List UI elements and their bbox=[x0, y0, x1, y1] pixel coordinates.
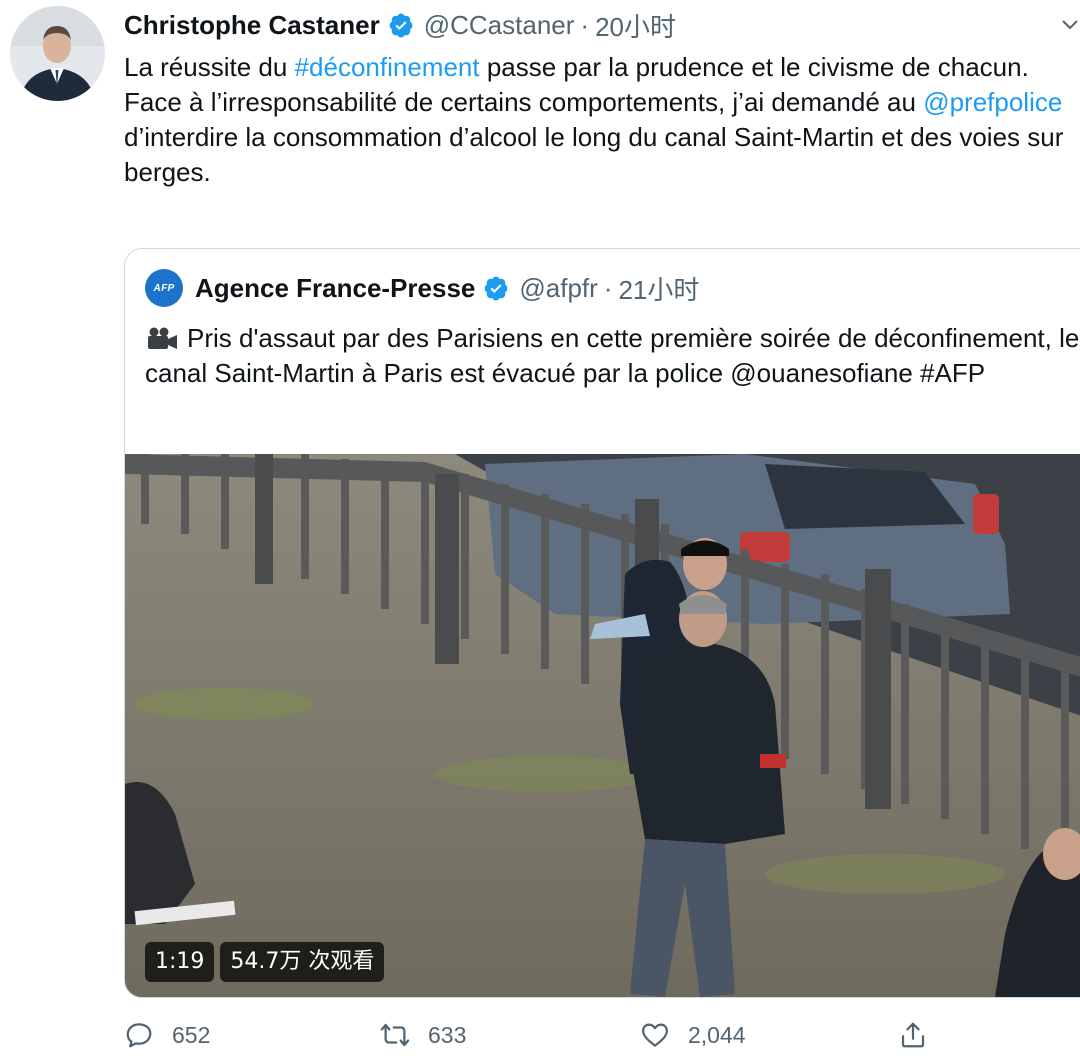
verified-badge-icon bbox=[485, 276, 508, 301]
tweet-header: Christophe Castaner @CCastaner · 20小时 bbox=[124, 6, 676, 44]
avatar-image bbox=[10, 6, 105, 101]
quoted-tweet-timestamp[interactable]: 21小时 bbox=[618, 270, 699, 307]
retweet-icon bbox=[380, 1023, 410, 1047]
text-segment: La réussite du bbox=[124, 52, 295, 82]
quoted-author-avatar[interactable]: AFP bbox=[145, 269, 183, 307]
separator: · bbox=[603, 272, 613, 303]
reply-button[interactable]: 652 bbox=[124, 1014, 210, 1056]
afp-logo-text: AFP bbox=[153, 282, 175, 294]
author-handle[interactable]: @CCastaner bbox=[424, 10, 575, 41]
mention-link[interactable]: @prefpolice bbox=[923, 87, 1062, 117]
video-duration: 1:19 bbox=[145, 942, 215, 982]
text-segment: Face à l’irresponsabilité de certains co… bbox=[124, 87, 924, 117]
quoted-tweet-header: AFP Agence France-Presse @afpfr · 21小时 bbox=[145, 268, 699, 308]
quoted-author-handle[interactable]: @afpfr bbox=[519, 273, 597, 304]
tweet-actions: 652 633 2,044 bbox=[124, 1014, 954, 1056]
movie-camera-icon bbox=[148, 327, 177, 349]
like-button[interactable]: 2,044 bbox=[640, 1014, 746, 1056]
retweet-button[interactable]: 633 bbox=[380, 1014, 466, 1056]
video-view-count: 54.7万 次观看 bbox=[220, 942, 385, 982]
like-count: 2,044 bbox=[688, 1021, 746, 1048]
video-badges: 1:19 54.7万 次观看 bbox=[145, 942, 385, 982]
quoted-tweet[interactable]: AFP Agence France-Presse @afpfr · 21小时 P… bbox=[124, 248, 1080, 998]
share-button[interactable] bbox=[898, 1014, 946, 1056]
text-segment: d’interdire la consommation d’alcool le … bbox=[124, 122, 1064, 187]
heart-icon bbox=[642, 1023, 668, 1047]
author-avatar[interactable] bbox=[10, 6, 105, 101]
quoted-text-body: Pris d'assaut par des Parisiens en cette… bbox=[145, 323, 1080, 388]
verified-badge-icon bbox=[389, 13, 413, 38]
tweet-paragraph-2: Face à l’irresponsabilité de certains co… bbox=[124, 85, 1064, 190]
author-name[interactable]: Christophe Castaner bbox=[124, 10, 380, 41]
text-segment: passe par la prudence et le civisme de c… bbox=[479, 52, 1029, 82]
reply-icon bbox=[126, 1023, 152, 1048]
tweet-text: La réussite du #déconfinement passe par … bbox=[124, 50, 1064, 190]
video-frame bbox=[125, 454, 1080, 997]
quoted-author-name[interactable]: Agence France-Presse bbox=[195, 273, 475, 304]
chevron-down-icon[interactable] bbox=[1060, 14, 1080, 34]
share-icon bbox=[901, 1022, 925, 1048]
separator: · bbox=[580, 9, 590, 40]
reply-count: 652 bbox=[172, 1021, 211, 1048]
retweet-count: 633 bbox=[428, 1021, 467, 1048]
hashtag-link[interactable]: #déconfinement bbox=[295, 52, 480, 82]
tweet-paragraph-1: La réussite du #déconfinement passe par … bbox=[124, 50, 1064, 85]
tweet-timestamp[interactable]: 20小时 bbox=[595, 7, 676, 44]
quoted-tweet-text: Pris d'assaut par des Parisiens en cette… bbox=[145, 321, 1080, 391]
video-player[interactable]: 1:19 54.7万 次观看 bbox=[125, 454, 1080, 997]
